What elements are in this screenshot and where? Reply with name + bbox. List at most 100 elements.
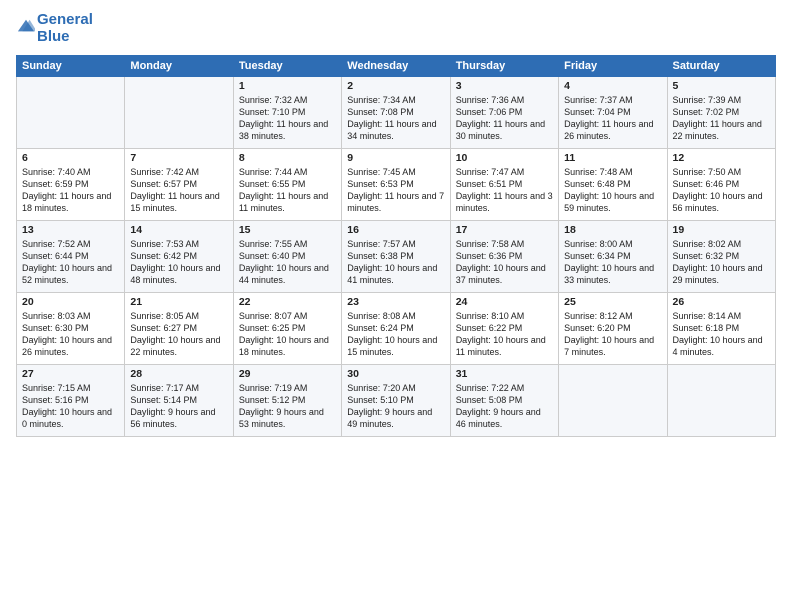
header-wednesday: Wednesday — [342, 56, 450, 77]
logo-icon — [17, 17, 35, 35]
table-row: 24Sunrise: 8:10 AMSunset: 6:22 PMDayligh… — [450, 293, 558, 365]
table-row: 12 Sunrise: 7:50 AMSunset: 6:46 PMDayligh… — [667, 149, 775, 221]
day-number: 30 — [347, 368, 444, 380]
table-row — [667, 365, 775, 437]
calendar-week-row: 6 Sunrise: 7:40 AMSunset: 6:59 PMDaylight… — [17, 149, 776, 221]
day-info: Sunrise: 8:08 AMSunset: 6:24 PMDaylight:… — [347, 310, 444, 359]
day-info: Sunrise: 7:50 AMSunset: 6:46 PMDaylight:… — [673, 166, 770, 215]
day-number: 3 — [456, 80, 553, 92]
table-row: 30 Sunrise: 7:20 AMSunset: 5:10 PMDayligh… — [342, 365, 450, 437]
table-row: 11 Sunrise: 7:48 AMSunset: 6:48 PMDayligh… — [559, 149, 667, 221]
day-info: Sunrise: 8:10 AMSunset: 6:22 PMDaylight:… — [456, 310, 553, 359]
table-row: 18 Sunrise: 8:00 AMSunset: 6:34 PMDayligh… — [559, 221, 667, 293]
table-row: 26Sunrise: 8:14 AMSunset: 6:18 PMDayligh… — [667, 293, 775, 365]
day-info: Sunrise: 7:40 AMSunset: 6:59 PMDaylight:… — [22, 166, 119, 215]
day-info: Sunrise: 8:00 AMSunset: 6:34 PMDaylight:… — [564, 238, 661, 287]
day-number: 6 — [22, 152, 119, 164]
day-info: Sunrise: 7:22 AMSunset: 5:08 PMDaylight:… — [456, 382, 553, 431]
day-info: Sunrise: 7:39 AMSunset: 7:02 PMDaylight:… — [673, 94, 770, 143]
table-row: 13 Sunrise: 7:52 AMSunset: 6:44 PMDayligh… — [17, 221, 125, 293]
day-number: 2 — [347, 80, 444, 92]
day-number: 15 — [239, 224, 336, 236]
day-number: 18 — [564, 224, 661, 236]
day-number: 1 — [239, 80, 336, 92]
day-info: Sunrise: 7:52 AMSunset: 6:44 PMDaylight:… — [22, 238, 119, 287]
day-info: Sunrise: 7:53 AMSunset: 6:42 PMDaylight:… — [130, 238, 227, 287]
day-number: 10 — [456, 152, 553, 164]
day-number: 19 — [673, 224, 770, 236]
calendar-header-row: Sunday Monday Tuesday Wednesday Thursday… — [17, 56, 776, 77]
header-thursday: Thursday — [450, 56, 558, 77]
day-info: Sunrise: 7:32 AMSunset: 7:10 PMDaylight:… — [239, 94, 336, 143]
page-header: General Blue — [16, 12, 776, 45]
table-row: 8Sunrise: 7:44 AMSunset: 6:55 PMDaylight… — [233, 149, 341, 221]
day-number: 13 — [22, 224, 119, 236]
day-info: Sunrise: 8:07 AMSunset: 6:25 PMDaylight:… — [239, 310, 336, 359]
day-info: Sunrise: 7:48 AMSunset: 6:48 PMDaylight:… — [564, 166, 661, 215]
table-row: 27 Sunrise: 7:15 AMSunset: 5:16 PMDayligh… — [17, 365, 125, 437]
logo: General Blue — [16, 12, 93, 45]
table-row: 21 Sunrise: 8:05 AMSunset: 6:27 PMDayligh… — [125, 293, 233, 365]
table-row: 22 Sunrise: 8:07 AMSunset: 6:25 PMDayligh… — [233, 293, 341, 365]
table-row: 20Sunrise: 8:03 AMSunset: 6:30 PMDayligh… — [17, 293, 125, 365]
day-number: 5 — [673, 80, 770, 92]
header-friday: Friday — [559, 56, 667, 77]
day-info: Sunrise: 7:55 AMSunset: 6:40 PMDaylight:… — [239, 238, 336, 287]
table-row: 2 Sunrise: 7:34 AMSunset: 7:08 PMDaylight… — [342, 77, 450, 149]
day-number: 28 — [130, 368, 227, 380]
header-saturday: Saturday — [667, 56, 775, 77]
day-info: Sunrise: 7:37 AMSunset: 7:04 PMDaylight:… — [564, 94, 661, 143]
day-info: Sunrise: 7:57 AMSunset: 6:38 PMDaylight:… — [347, 238, 444, 287]
day-number: 21 — [130, 296, 227, 308]
table-row: 5 Sunrise: 7:39 AMSunset: 7:02 PMDaylight… — [667, 77, 775, 149]
day-number: 14 — [130, 224, 227, 236]
header-monday: Monday — [125, 56, 233, 77]
day-number: 31 — [456, 368, 553, 380]
day-number: 16 — [347, 224, 444, 236]
logo-text-line1: General — [37, 12, 93, 29]
table-row — [125, 77, 233, 149]
day-info: Sunrise: 7:47 AMSunset: 6:51 PMDaylight:… — [456, 166, 553, 215]
table-row — [559, 365, 667, 437]
day-number: 29 — [239, 368, 336, 380]
table-row: 23 Sunrise: 8:08 AMSunset: 6:24 PMDayligh… — [342, 293, 450, 365]
day-number: 7 — [130, 152, 227, 164]
header-tuesday: Tuesday — [233, 56, 341, 77]
table-row: 31 Sunrise: 7:22 AMSunset: 5:08 PMDayligh… — [450, 365, 558, 437]
table-row: 6 Sunrise: 7:40 AMSunset: 6:59 PMDaylight… — [17, 149, 125, 221]
day-info: Sunrise: 8:12 AMSunset: 6:20 PMDaylight:… — [564, 310, 661, 359]
day-number: 22 — [239, 296, 336, 308]
day-number: 17 — [456, 224, 553, 236]
day-info: Sunrise: 8:05 AMSunset: 6:27 PMDaylight:… — [130, 310, 227, 359]
day-number: 23 — [347, 296, 444, 308]
day-info: Sunrise: 7:15 AMSunset: 5:16 PMDaylight:… — [22, 382, 119, 431]
table-row — [17, 77, 125, 149]
calendar-week-row: 27 Sunrise: 7:15 AMSunset: 5:16 PMDayligh… — [17, 365, 776, 437]
table-row: 14 Sunrise: 7:53 AMSunset: 6:42 PMDayligh… — [125, 221, 233, 293]
table-row: 9Sunrise: 7:45 AMSunset: 6:53 PMDaylight… — [342, 149, 450, 221]
day-info: Sunrise: 7:36 AMSunset: 7:06 PMDaylight:… — [456, 94, 553, 143]
day-number: 27 — [22, 368, 119, 380]
day-info: Sunrise: 7:17 AMSunset: 5:14 PMDaylight:… — [130, 382, 227, 431]
day-info: Sunrise: 7:42 AMSunset: 6:57 PMDaylight:… — [130, 166, 227, 215]
table-row: 1 Sunrise: 7:32 AMSunset: 7:10 PMDaylight… — [233, 77, 341, 149]
day-info: Sunrise: 7:58 AMSunset: 6:36 PMDaylight:… — [456, 238, 553, 287]
table-row: 7 Sunrise: 7:42 AMSunset: 6:57 PMDaylight… — [125, 149, 233, 221]
header-sunday: Sunday — [17, 56, 125, 77]
day-info: Sunrise: 8:14 AMSunset: 6:18 PMDaylight:… — [673, 310, 770, 359]
table-row: 17 Sunrise: 7:58 AMSunset: 6:36 PMDayligh… — [450, 221, 558, 293]
day-info: Sunrise: 7:20 AMSunset: 5:10 PMDaylight:… — [347, 382, 444, 431]
calendar-week-row: 13 Sunrise: 7:52 AMSunset: 6:44 PMDayligh… — [17, 221, 776, 293]
calendar-table: Sunday Monday Tuesday Wednesday Thursday… — [16, 55, 776, 437]
table-row: 19Sunrise: 8:02 AMSunset: 6:32 PMDayligh… — [667, 221, 775, 293]
day-info: Sunrise: 7:44 AMSunset: 6:55 PMDaylight:… — [239, 166, 336, 215]
day-number: 12 — [673, 152, 770, 164]
day-number: 11 — [564, 152, 661, 164]
day-info: Sunrise: 7:34 AMSunset: 7:08 PMDaylight:… — [347, 94, 444, 143]
calendar-week-row: 1 Sunrise: 7:32 AMSunset: 7:10 PMDaylight… — [17, 77, 776, 149]
table-row: 16 Sunrise: 7:57 AMSunset: 6:38 PMDayligh… — [342, 221, 450, 293]
table-row: 29Sunrise: 7:19 AMSunset: 5:12 PMDayligh… — [233, 365, 341, 437]
table-row: 10 Sunrise: 7:47 AMSunset: 6:51 PMDayligh… — [450, 149, 558, 221]
table-row: 15 Sunrise: 7:55 AMSunset: 6:40 PMDayligh… — [233, 221, 341, 293]
table-row: 25Sunrise: 8:12 AMSunset: 6:20 PMDayligh… — [559, 293, 667, 365]
